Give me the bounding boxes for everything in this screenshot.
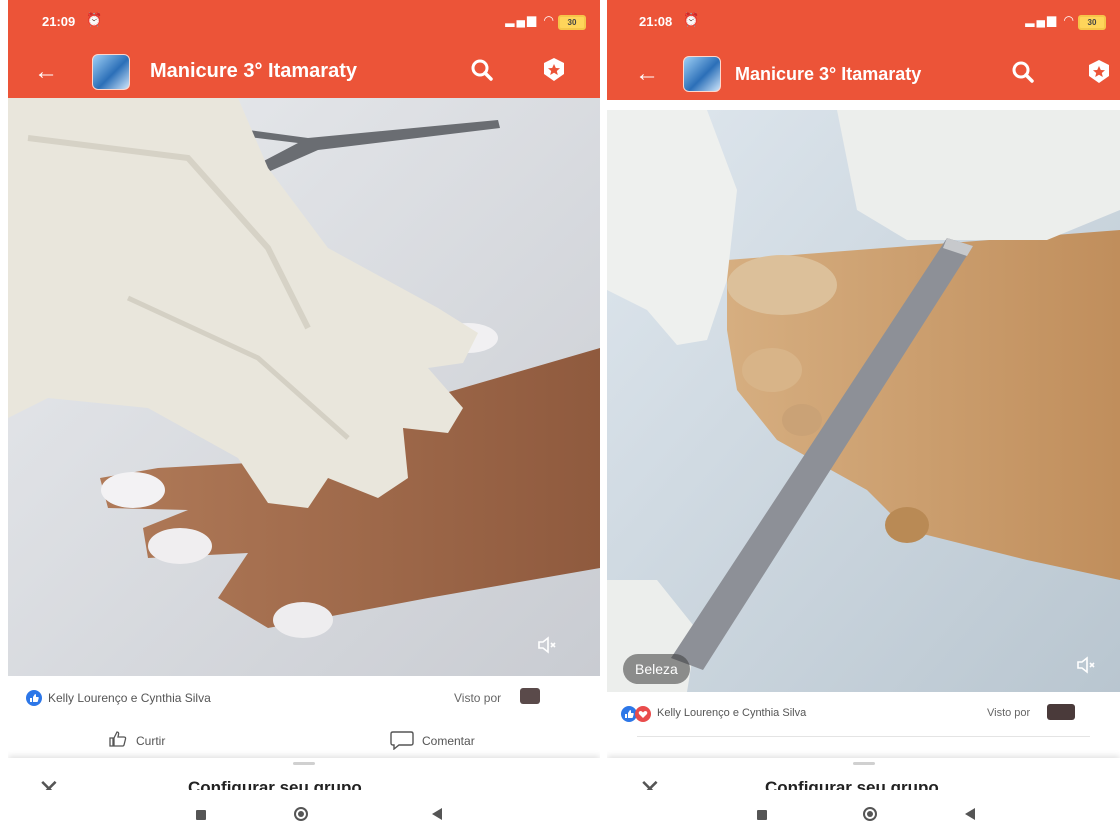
seen-by-label[interactable]: Visto por <box>987 707 1030 719</box>
seen-by-label[interactable]: Visto por <box>454 691 501 705</box>
pedicure-video-frame <box>607 110 1120 692</box>
love-reaction-icon <box>635 706 651 722</box>
sheet-handle[interactable] <box>852 762 875 765</box>
group-title[interactable]: Manicure 3° Itamaraty <box>150 60 357 83</box>
volume-icon[interactable] <box>1075 654 1097 676</box>
signal-wifi-icon: ▂▄▆ ◠ <box>505 13 556 27</box>
sheet-handle[interactable] <box>293 762 315 765</box>
battery-icon: 30 <box>558 15 586 30</box>
volume-icon[interactable] <box>536 634 558 656</box>
nav-back-icon[interactable] <box>432 808 442 820</box>
manicure-video-frame <box>8 98 600 676</box>
app-bar: ← Manicure 3° Itamaraty <box>607 48 1120 100</box>
post-reactions: Kelly Lourenço e Cynthia Silva Visto por <box>607 692 1120 762</box>
recents-icon[interactable] <box>757 810 767 820</box>
group-title[interactable]: Manicure 3° Itamaraty <box>735 64 921 85</box>
star-badge-icon[interactable] <box>540 56 568 84</box>
reaction-names[interactable]: Kelly Lourenço e Cynthia Silva <box>48 691 211 705</box>
comment-button[interactable]: Comentar <box>422 734 475 748</box>
app-bar: ← Manicure 3° Itamaraty <box>8 46 600 98</box>
home-icon[interactable] <box>294 807 308 821</box>
alarm-icon: ⏰ <box>683 12 700 27</box>
system-nav-bar <box>607 790 1120 836</box>
like-reaction-icon <box>26 690 42 706</box>
group-avatar[interactable] <box>92 54 130 90</box>
status-bar: 21:08 ⏰ ▂▄▆ ◠ 30 <box>607 0 1120 48</box>
nav-back-icon[interactable] <box>965 808 975 820</box>
seen-avatars[interactable] <box>520 688 540 704</box>
seen-avatars[interactable] <box>1047 704 1075 720</box>
search-icon[interactable] <box>1009 58 1037 86</box>
left-screenshot: 21:09 ⏰ ▂▄▆ ◠ 30 ← Manicure 3° Itamaraty <box>8 0 600 836</box>
star-badge-icon[interactable] <box>1085 58 1113 86</box>
home-icon[interactable] <box>863 807 877 821</box>
system-nav-bar <box>8 790 600 836</box>
comment-icon[interactable] <box>390 730 414 750</box>
recents-icon[interactable] <box>196 810 206 820</box>
post-reactions: Kelly Lourenço e Cynthia Silva Visto por… <box>8 676 600 758</box>
category-badge[interactable]: Beleza <box>623 654 690 684</box>
reaction-names[interactable]: Kelly Lourenço e Cynthia Silva <box>657 707 806 719</box>
status-time: 21:08 <box>639 14 673 29</box>
video-player[interactable]: Beleza <box>607 110 1120 692</box>
back-arrow-icon[interactable]: ← <box>34 58 58 86</box>
alarm-icon: ⏰ <box>86 12 103 27</box>
like-button[interactable]: Curtir <box>136 734 165 748</box>
divider <box>600 0 607 836</box>
right-screenshot: 21:08 ⏰ ▂▄▆ ◠ 30 ← Manicure 3° Itamaraty <box>607 0 1120 836</box>
signal-wifi-icon: ▂▄▆ ◠ <box>1025 13 1076 27</box>
video-player[interactable] <box>8 98 600 676</box>
group-avatar[interactable] <box>683 56 721 92</box>
status-time: 21:09 <box>42 14 76 29</box>
back-arrow-icon[interactable]: ← <box>635 60 659 88</box>
divider-line <box>637 736 1090 737</box>
battery-icon: 30 <box>1078 15 1106 30</box>
thumbs-up-icon[interactable] <box>108 730 128 748</box>
status-bar: 21:09 ⏰ ▂▄▆ ◠ 30 <box>8 0 600 46</box>
search-icon[interactable] <box>468 56 496 84</box>
